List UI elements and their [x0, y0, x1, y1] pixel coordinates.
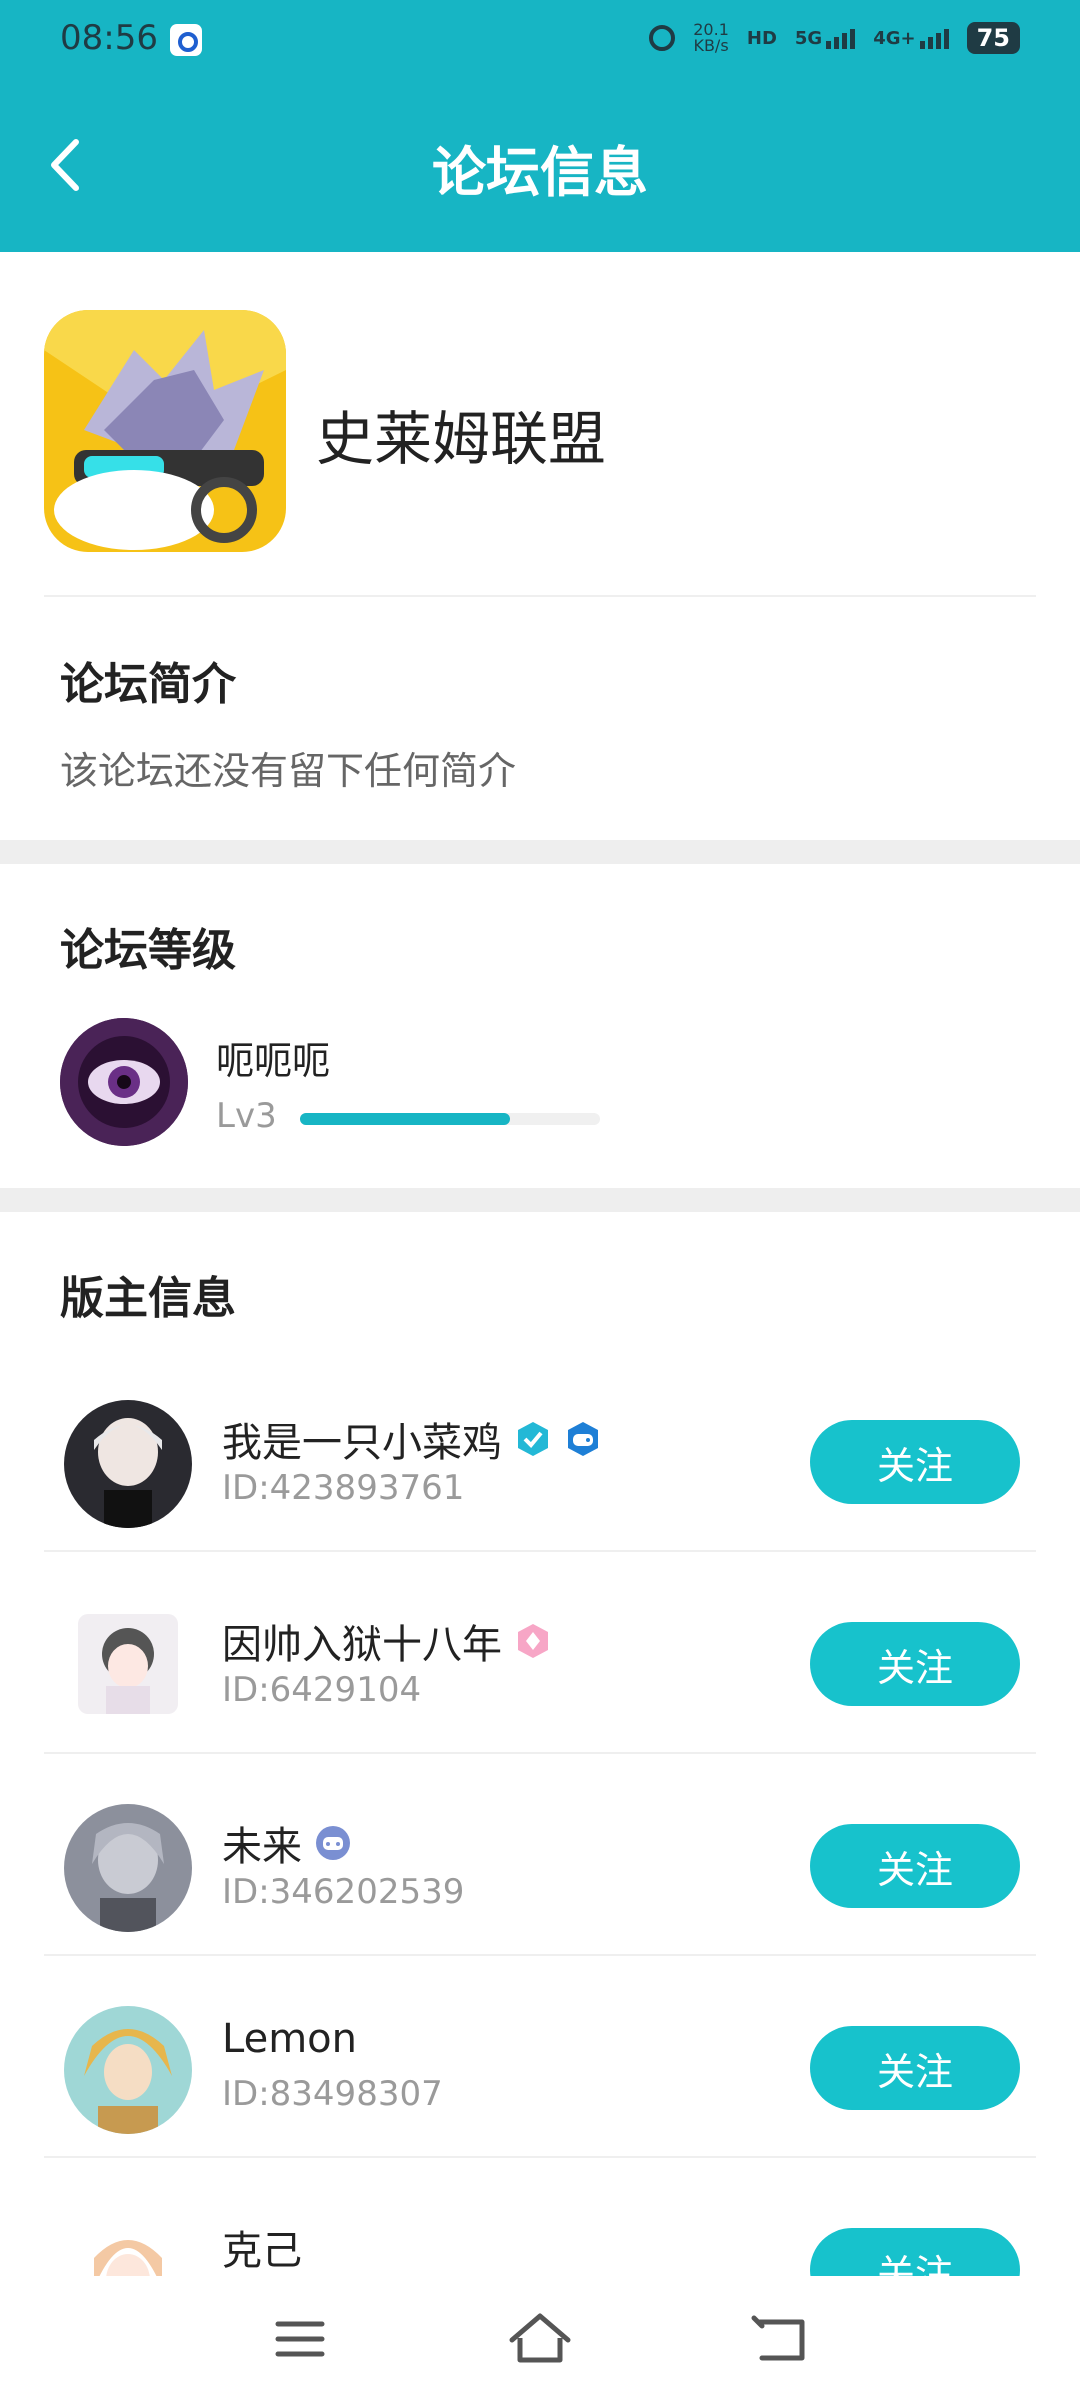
intro-text: 该论坛还没有留下任何简介	[60, 749, 517, 793]
moderator-name-text: 未来	[222, 1824, 302, 1870]
section-separator	[0, 840, 1080, 864]
avatar[interactable]	[64, 1804, 192, 1932]
sim2-signal: 4G+	[873, 27, 949, 49]
app-header: 08:56 20.1 KB/s HD 5G 4G+ 75 论坛信息	[0, 0, 1080, 252]
forum-name: 史莱姆联盟	[316, 405, 607, 473]
moderator-name-text: 我是一只小菜鸡	[222, 1420, 502, 1466]
section-separator	[0, 1188, 1080, 1212]
follow-button[interactable]: 关注	[810, 1824, 1020, 1908]
net-speed-unit: KB/s	[693, 36, 729, 55]
level-avatar	[60, 1018, 188, 1146]
moderator-name: 我是一只小菜鸡	[222, 1410, 602, 1468]
menu-icon	[275, 2321, 325, 2357]
alarm-icon	[649, 25, 676, 51]
back-nav-button[interactable]	[740, 2304, 820, 2374]
moderator-name: 因帅入狱十八年	[222, 1612, 552, 1670]
follow-button[interactable]: 关注	[810, 1622, 1020, 1706]
signal-bars-icon	[826, 28, 856, 49]
sim2-type: 4G+	[873, 27, 916, 49]
signal-bars-icon	[919, 28, 949, 49]
moderator-id: ID:6429104	[222, 1670, 422, 1710]
level-title: 论坛等级	[60, 925, 236, 976]
list-item: 因帅入狱十八年 ID:6429104 关注	[0, 1552, 1080, 1754]
forum-icon	[44, 310, 286, 552]
avatar[interactable]	[78, 1614, 178, 1714]
follow-button[interactable]: 关注	[810, 1420, 1020, 1504]
return-icon	[751, 2315, 805, 2361]
moderator-name-text: 因帅入狱十八年	[222, 1622, 502, 1668]
sim1-signal: 5G	[794, 27, 856, 49]
level-progress-fill	[300, 1113, 510, 1125]
moderator-id: ID:346202539	[222, 1872, 465, 1912]
intro-title: 论坛简介	[60, 659, 236, 710]
avatar[interactable]	[64, 1400, 192, 1528]
follow-button[interactable]: 关注	[810, 2026, 1020, 2110]
moderator-name-text: Lemon	[222, 2016, 357, 2062]
status-icons: 20.1 KB/s HD 5G 4G+ 75	[649, 22, 1020, 54]
level-name: 呃呃呃	[216, 1039, 331, 1083]
moderator-name: 克己	[222, 2218, 302, 2276]
list-item: Lemon ID:83498307 关注	[0, 1956, 1080, 2158]
menu-button[interactable]	[260, 2304, 340, 2374]
list-item: 未来 ID:346202539 关注	[0, 1754, 1080, 1956]
page-title: 论坛信息	[432, 141, 648, 204]
battery-icon: 75	[966, 22, 1020, 54]
gamepad-badge-icon	[316, 1826, 350, 1860]
level-progress-bar	[300, 1113, 600, 1125]
gamepad-badge-icon	[568, 1422, 598, 1456]
avatar[interactable]	[64, 2006, 192, 2134]
moderator-name: Lemon	[222, 2016, 357, 2062]
status-time: 08:56	[60, 18, 158, 58]
moderators-title: 版主信息	[60, 1273, 236, 1324]
notification-app-icon	[170, 24, 202, 56]
hd-icon: HD	[746, 27, 777, 49]
home-button[interactable]	[500, 2304, 580, 2374]
verified-icon	[518, 1422, 548, 1456]
list-item: 我是一只小菜鸡 ID:423893761 关注	[0, 1350, 1080, 1552]
moderator-id: ID:83498307	[222, 2074, 443, 2114]
sim1-type: 5G	[794, 27, 823, 49]
divider	[44, 595, 1036, 597]
home-icon	[509, 2313, 571, 2363]
moderator-name-text: 克己	[222, 2228, 302, 2274]
moderator-name: 未来	[222, 1814, 352, 1872]
system-nav-bar	[0, 2276, 1080, 2400]
moderator-id: ID:423893761	[222, 1468, 465, 1508]
net-speed: 20.1 KB/s	[693, 22, 729, 54]
rank-badge-icon	[518, 1624, 548, 1658]
level-badge: Lv3	[216, 1096, 277, 1136]
